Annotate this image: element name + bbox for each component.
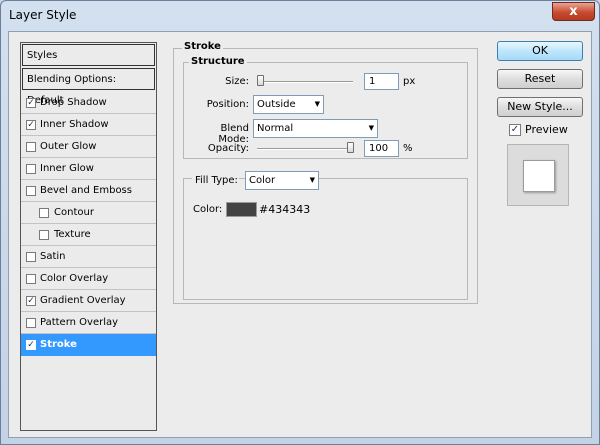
list-item-gradient-overlay[interactable]: ✓ Gradient Overlay [21,290,156,312]
blend-mode-value: Normal [257,123,294,134]
satin-checkbox[interactable] [26,252,36,262]
list-item-satin[interactable]: Satin [21,246,156,268]
position-select[interactable]: Outside ▼ [253,95,324,114]
size-input[interactable]: 1 [364,73,399,90]
list-item-texture[interactable]: Texture [21,224,156,246]
texture-label: Texture [54,229,91,240]
list-item-stroke[interactable]: ✓ Stroke [21,334,156,356]
close-button[interactable]: x [552,2,595,21]
chevron-down-icon: ▼ [309,176,315,184]
preview-label: Preview [525,123,568,136]
styles-header-label: Styles [27,50,58,61]
inner-glow-checkbox[interactable] [26,164,36,174]
position-label: Position: [206,99,249,110]
inner-glow-label: Inner Glow [40,163,94,174]
opacity-slider-thumb[interactable] [347,142,354,153]
opacity-slider-track[interactable] [257,148,353,150]
size-slider-track[interactable] [257,81,353,83]
stroke-label: Stroke [40,339,77,350]
texture-checkbox[interactable] [39,230,49,240]
styles-list: Styles Blending Options: Default ✓ Drop … [20,42,157,431]
satin-label: Satin [40,251,66,262]
color-overlay-label: Color Overlay [40,273,109,284]
fill-type-label: Fill Type: [192,175,239,186]
new-style-button[interactable]: New Style... [497,97,583,117]
size-label: Size: [225,76,249,87]
gradient-overlay-label: Gradient Overlay [40,295,126,306]
color-label: Color: [193,204,223,215]
gradient-overlay-checkbox[interactable]: ✓ [26,296,36,306]
fill-type-value: Color [249,175,276,186]
list-item-contour[interactable]: Contour [21,202,156,224]
window-title: Layer Style [9,8,77,22]
bevel-and-emboss-checkbox[interactable] [26,186,36,196]
size-slider-thumb[interactable] [257,75,264,86]
list-item-inner-shadow[interactable]: ✓ Inner Shadow [21,114,156,136]
opacity-input[interactable]: 100 [364,140,399,157]
list-item-drop-shadow[interactable]: ✓ Drop Shadow [21,92,156,114]
dialog-client-area: Styles Blending Options: Default ✓ Drop … [8,31,592,438]
drop-shadow-label: Drop Shadow [40,97,107,108]
opacity-label: Opacity: [207,143,249,154]
ok-button[interactable]: OK [497,41,583,61]
list-item-inner-glow[interactable]: Inner Glow [21,158,156,180]
chevron-down-icon: ▼ [368,124,374,132]
contour-checkbox[interactable] [39,208,49,218]
blend-mode-select[interactable]: Normal ▼ [253,119,378,138]
reset-button[interactable]: Reset [497,69,583,89]
list-item-bevel-and-emboss[interactable]: Bevel and Emboss [21,180,156,202]
structure-title: Structure [189,56,247,67]
list-item-outer-glow[interactable]: Outer Glow [21,136,156,158]
title-bar[interactable]: Layer Style x [1,1,599,31]
inner-shadow-checkbox[interactable]: ✓ [26,120,36,130]
opacity-unit: % [403,143,413,154]
preview-checkbox[interactable]: ✓ [509,124,521,136]
check-icon: ✓ [27,340,35,350]
check-icon: ✓ [27,296,35,306]
check-icon: ✓ [510,124,520,135]
list-item-color-overlay[interactable]: Color Overlay [21,268,156,290]
styles-header[interactable]: Styles [22,44,155,66]
outer-glow-label: Outer Glow [40,141,97,152]
drop-shadow-checkbox[interactable]: ✓ [26,98,36,108]
stroke-checkbox[interactable]: ✓ [26,340,36,350]
fill-group [183,178,468,300]
blending-options-item[interactable]: Blending Options: Default [22,68,155,106]
preview-swatch [523,160,555,192]
pattern-overlay-label: Pattern Overlay [40,317,119,328]
outer-glow-checkbox[interactable] [26,142,36,152]
bevel-and-emboss-label: Bevel and Emboss [40,185,132,196]
color-overlay-checkbox[interactable] [26,274,36,284]
fill-type-select[interactable]: Color ▼ [245,171,319,190]
blend-mode-label: Blend Mode: [218,123,249,145]
close-icon: x [569,4,578,19]
style-preview [507,144,569,206]
contour-label: Contour [54,207,94,218]
check-icon: ✓ [27,120,35,130]
pattern-overlay-checkbox[interactable] [26,318,36,328]
position-value: Outside [257,99,296,110]
size-unit: px [403,76,416,87]
list-item-pattern-overlay[interactable]: Pattern Overlay [21,312,156,334]
chevron-down-icon: ▼ [314,100,320,108]
layer-style-window: Layer Style x Styles Blending Options: D… [0,0,600,445]
color-swatch[interactable] [226,202,257,217]
color-hex-value: #434343 [259,203,311,216]
inner-shadow-label: Inner Shadow [40,119,109,130]
check-icon: ✓ [27,98,35,108]
stroke-title: Stroke [182,41,223,52]
